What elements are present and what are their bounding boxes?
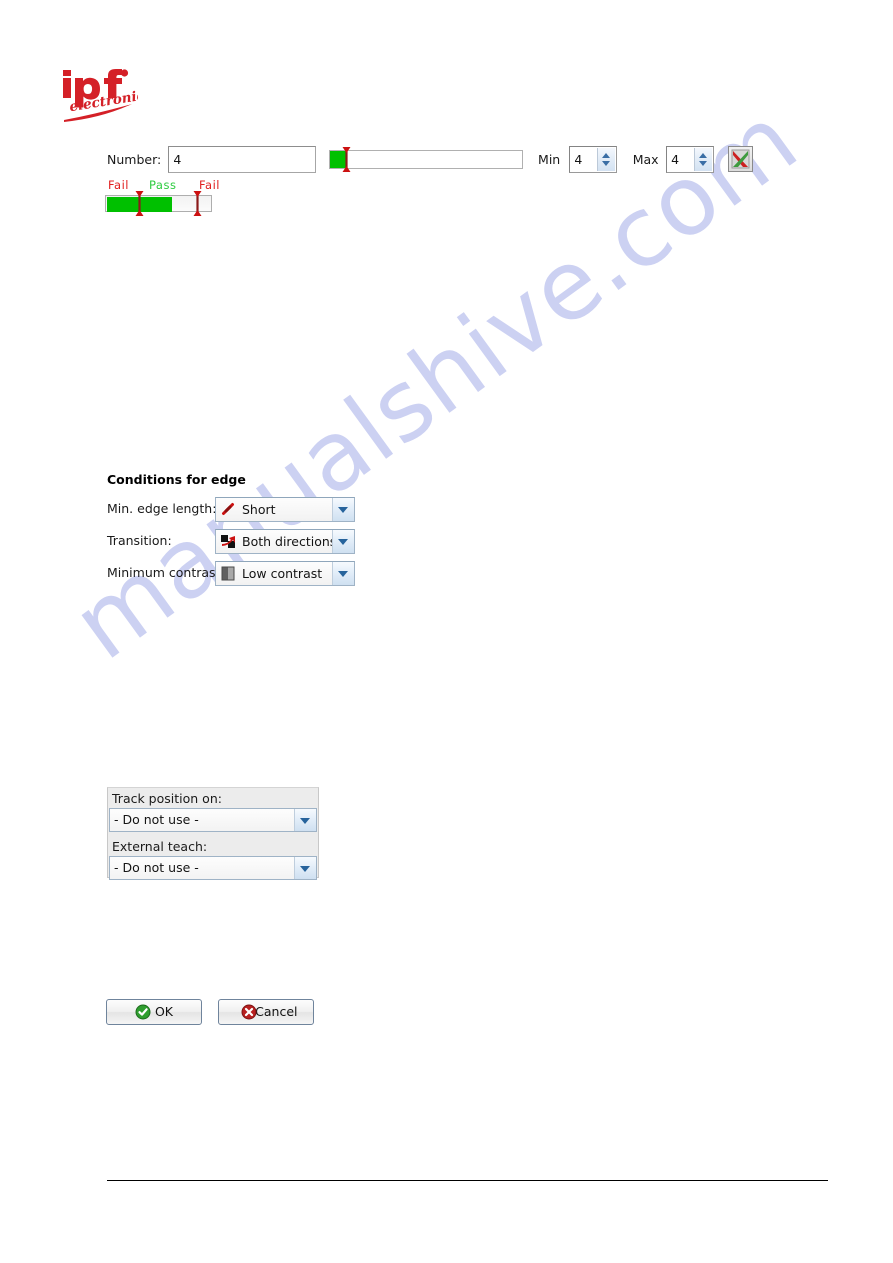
logo-svg: electronic	[63, 69, 146, 122]
gauge-legend: Fail Pass Fail	[105, 178, 235, 192]
max-label: Max	[632, 152, 659, 167]
min-edge-length-chevron-down-icon[interactable]	[332, 498, 354, 521]
pass-fail-gauge: Fail Pass Fail	[105, 178, 235, 216]
track-position-select[interactable]: - Do not use -	[109, 808, 317, 832]
minimum-contrast-select[interactable]: Low contrast	[215, 561, 355, 586]
min-edge-length-row: Min. edge length: Short	[107, 497, 367, 522]
short-edge-icon	[220, 501, 237, 518]
slider-track[interactable]	[328, 150, 523, 169]
external-teach-value: - Do not use -	[114, 860, 199, 875]
max-value: 4	[671, 152, 680, 167]
track-position-panel: Track position on: - Do not use - Extern…	[107, 787, 319, 880]
minimum-contrast-label: Minimum contrast:	[107, 565, 225, 580]
cancel-button[interactable]: Cancel	[218, 999, 315, 1025]
ok-button[interactable]: OK	[106, 999, 202, 1025]
number-label: Number:	[107, 152, 162, 167]
gauge-legend-fail-right: Fail	[199, 178, 220, 192]
min-value: 4	[574, 152, 583, 167]
clear-button[interactable]	[728, 146, 754, 172]
min-spinner[interactable]: 4	[569, 146, 618, 173]
number-row: Number: 4 Min 4 Max 4	[107, 146, 847, 176]
cancel-button-label: Cancel	[255, 1004, 298, 1019]
footer-divider	[107, 1180, 828, 1181]
transition-label: Transition:	[107, 533, 172, 548]
transition-chevron-down-icon[interactable]	[332, 530, 354, 553]
transition-value: Both directions	[242, 534, 337, 549]
minimum-contrast-row: Minimum contrast: Low contrast	[107, 561, 367, 586]
min-spinner-buttons[interactable]	[597, 148, 616, 171]
spinner-down-arrow-icon[interactable]	[602, 161, 611, 166]
red-green-x-icon	[731, 149, 750, 169]
min-edge-length-select[interactable]: Short	[215, 497, 355, 522]
number-slider[interactable]	[328, 146, 523, 173]
external-teach-select[interactable]: - Do not use -	[109, 856, 317, 880]
transition-select[interactable]: Both directions	[215, 529, 355, 554]
ipf-electronic-logo: electronic	[58, 66, 146, 124]
gauge-fill	[107, 197, 172, 212]
external-teach-label: External teach:	[112, 839, 208, 854]
max-spinner[interactable]: 4	[666, 146, 715, 173]
ok-button-label: OK	[154, 1004, 174, 1019]
min-label: Min	[538, 152, 561, 167]
number-input[interactable]: 4	[168, 146, 317, 173]
dialog-buttons: OK Cancel	[106, 999, 366, 1027]
spinner-up-arrow-icon[interactable]	[602, 153, 611, 158]
gauge-legend-fail-left: Fail	[108, 178, 129, 192]
conditions-for-edge-section: Conditions for edge Min. edge length: Sh…	[107, 472, 367, 587]
minimum-contrast-chevron-down-icon[interactable]	[332, 562, 354, 585]
low-contrast-icon	[220, 565, 237, 582]
track-position-label: Track position on:	[112, 791, 222, 806]
spinner-down-arrow-icon[interactable]	[699, 161, 708, 166]
slider-fill	[329, 151, 346, 168]
min-edge-length-value: Short	[242, 502, 276, 517]
close-circle-icon	[241, 1004, 257, 1020]
track-position-value: - Do not use -	[114, 812, 199, 827]
conditions-title: Conditions for edge	[107, 472, 246, 487]
transition-row: Transition: Both directions	[107, 529, 367, 554]
max-spinner-buttons[interactable]	[694, 148, 713, 171]
check-circle-icon	[135, 1004, 151, 1020]
external-teach-chevron-down-icon[interactable]	[294, 857, 316, 879]
gauge-bar	[105, 195, 212, 212]
minimum-contrast-value: Low contrast	[242, 566, 323, 581]
spinner-up-arrow-icon[interactable]	[699, 153, 708, 158]
min-edge-length-label: Min. edge length:	[107, 501, 217, 516]
gauge-legend-pass: Pass	[149, 178, 177, 192]
both-directions-icon	[220, 533, 237, 550]
track-position-chevron-down-icon[interactable]	[294, 809, 316, 831]
